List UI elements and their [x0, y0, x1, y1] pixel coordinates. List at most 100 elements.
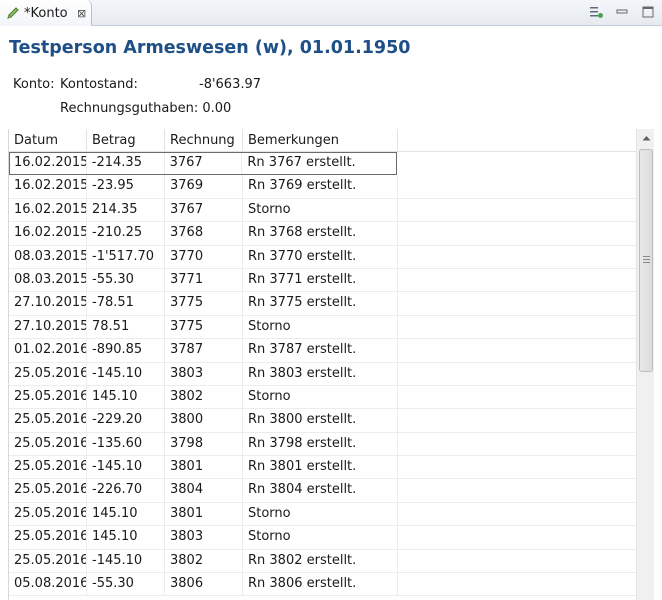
cell-betrag: 145.10 — [87, 526, 165, 549]
cell-datum: 05.08.2016 — [9, 573, 87, 596]
maximize-icon[interactable] — [640, 4, 656, 20]
table-row[interactable]: 08.03.2015 -1'517.70 3770 Rn 3770 erstellt. — [9, 245, 637, 269]
cell-rechnung: 3802 — [165, 385, 243, 409]
cell-filler — [398, 386, 637, 408]
account-table: Datum Betrag Rechnung Bemerkungen 16.02.… — [8, 129, 654, 600]
cell-betrag: -145.10 — [87, 456, 165, 479]
table-row[interactable]: 27.10.2015 78.51 3775 Storno — [9, 315, 637, 340]
table-row[interactable]: 25.05.2016 145.10 3801 Storno — [9, 502, 637, 527]
cell-bemerkungen: Rn 3770 erstellt. — [243, 245, 398, 268]
cell-filler — [398, 339, 637, 361]
cell-bemerkungen: Rn 3767 erstellt. — [242, 152, 397, 175]
column-header-betrag[interactable]: Betrag — [87, 129, 165, 152]
table-row[interactable]: 05.08.2016 -55.30 3806 Rn 3806 erstellt. — [9, 573, 637, 597]
minimize-icon[interactable] — [614, 4, 630, 20]
cell-rechnung: 3803 — [165, 526, 243, 549]
cell-betrag: -55.30 — [87, 268, 165, 292]
cell-bemerkungen: Rn 3806 erstellt. — [243, 573, 398, 596]
cell-datum: 16.02.2015 — [9, 198, 87, 222]
cell-betrag: -214.35 — [87, 152, 165, 175]
cell-rechnung: 3802 — [165, 549, 243, 573]
cell-filler — [398, 199, 637, 221]
cell-filler — [398, 246, 637, 268]
table-row[interactable]: 25.05.2016 -145.10 3802 Rn 3802 erstellt. — [9, 549, 637, 574]
cell-filler — [398, 433, 637, 455]
vertical-scrollbar[interactable] — [636, 129, 654, 600]
cell-bemerkungen: Rn 3768 erstellt. — [243, 222, 398, 245]
column-header-rechnung[interactable]: Rechnung — [165, 129, 243, 152]
pencil-edit-icon — [6, 6, 20, 20]
table-row[interactable]: 16.02.2015 -23.95 3769 Rn 3769 erstellt. — [9, 175, 637, 199]
cell-rechnung: 3775 — [165, 315, 243, 339]
kontostand-label: Kontostand: — [60, 77, 138, 92]
cell-datum: 25.05.2016 — [9, 549, 87, 573]
cell-betrag: -229.20 — [87, 409, 165, 432]
cell-filler — [398, 479, 637, 501]
cell-bemerkungen: Rn 3802 erstellt. — [243, 549, 398, 573]
cell-datum: 25.05.2016 — [9, 409, 87, 432]
cell-bemerkungen: Rn 3769 erstellt. — [243, 175, 398, 198]
cell-rechnung: 3804 — [165, 479, 243, 502]
editor-tab-bar: *Konto ⊠ — [0, 0, 662, 26]
cell-rechnung: 3770 — [165, 245, 243, 268]
cell-datum: 25.05.2016 — [9, 526, 87, 549]
cell-betrag: -78.51 — [87, 292, 165, 315]
cell-rechnung: 3767 — [165, 152, 243, 175]
cell-bemerkungen: Rn 3804 erstellt. — [243, 479, 398, 502]
cell-bemerkungen: Rn 3803 erstellt. — [243, 362, 398, 385]
cell-betrag: -55.30 — [87, 573, 165, 596]
cell-bemerkungen: Storno — [243, 502, 398, 526]
cell-betrag: -226.70 — [87, 479, 165, 502]
cell-filler — [398, 409, 637, 431]
cell-datum: 25.05.2016 — [9, 456, 87, 479]
table-row[interactable]: 27.10.2015 -78.51 3775 Rn 3775 erstellt. — [9, 292, 637, 316]
table-row[interactable]: 16.02.2015 -210.25 3768 Rn 3768 erstellt. — [9, 222, 637, 246]
scrollbar-thumb[interactable] — [639, 149, 653, 372]
column-header-bemerkungen[interactable]: Bemerkungen — [243, 129, 398, 152]
cell-filler — [398, 456, 637, 478]
table-row[interactable]: 16.02.2015 214.35 3767 Storno — [9, 198, 637, 223]
view-menu-icon[interactable] — [588, 4, 604, 20]
cell-datum: 16.02.2015 — [9, 222, 87, 245]
cell-filler — [398, 550, 637, 572]
cell-bemerkungen: Rn 3775 erstellt. — [243, 292, 398, 315]
cell-rechnung: 3768 — [165, 222, 243, 245]
cell-rechnung: 3803 — [165, 362, 243, 385]
table-row[interactable]: 01.02.2016 -890.85 3787 Rn 3787 erstellt. — [9, 339, 637, 363]
cell-betrag: -145.10 — [87, 362, 165, 385]
tab-konto[interactable]: *Konto ⊠ — [0, 0, 92, 26]
table-row[interactable]: 25.05.2016 145.10 3803 Storno — [9, 526, 637, 550]
column-header-datum[interactable]: Datum — [9, 129, 87, 152]
cell-betrag: 145.10 — [87, 502, 165, 526]
table-row[interactable]: 25.05.2016 145.10 3802 Storno — [9, 385, 637, 410]
cell-bemerkungen: Rn 3800 erstellt. — [243, 409, 398, 432]
cell-rechnung: 3787 — [165, 339, 243, 362]
cell-filler — [398, 503, 637, 525]
close-icon[interactable]: ⊠ — [76, 7, 88, 20]
cell-filler — [398, 526, 637, 548]
cell-bemerkungen: Storno — [243, 315, 398, 339]
table-row[interactable]: 25.05.2016 -145.10 3803 Rn 3803 erstellt. — [9, 362, 637, 386]
cell-datum: 08.03.2015 — [9, 268, 87, 292]
cell-rechnung: 3767 — [165, 198, 243, 222]
table-row[interactable]: 25.05.2016 -145.10 3801 Rn 3801 erstellt. — [9, 456, 637, 480]
table-row[interactable]: 25.05.2016 -226.70 3804 Rn 3804 erstellt. — [9, 479, 637, 503]
cell-datum: 25.05.2016 — [9, 479, 87, 502]
cell-datum: 27.10.2015 — [9, 292, 87, 315]
cell-betrag: -23.95 — [87, 175, 165, 198]
cell-datum: 25.05.2016 — [9, 432, 87, 456]
cell-bemerkungen: Rn 3771 erstellt. — [243, 268, 398, 292]
table-row[interactable]: 16.02.2015 -214.35 3767 Rn 3767 erstellt. — [9, 152, 397, 176]
scroll-up-arrow-icon[interactable] — [637, 129, 655, 146]
table-row[interactable]: 08.03.2015 -55.30 3771 Rn 3771 erstellt. — [9, 268, 637, 293]
cell-filler — [398, 363, 637, 385]
cell-datum: 16.02.2015 — [9, 175, 87, 198]
cell-bemerkungen: Rn 3801 erstellt. — [243, 456, 398, 479]
cell-bemerkungen: Storno — [243, 526, 398, 549]
cell-betrag: 78.51 — [87, 315, 165, 339]
table-row[interactable]: 25.05.2016 -229.20 3800 Rn 3800 erstellt. — [9, 409, 637, 433]
cell-rechnung: 3801 — [165, 456, 243, 479]
cell-bemerkungen: Rn 3798 erstellt. — [243, 432, 398, 456]
column-header-filler — [398, 129, 637, 152]
table-row[interactable]: 25.05.2016 -135.60 3798 Rn 3798 erstellt. — [9, 432, 637, 457]
